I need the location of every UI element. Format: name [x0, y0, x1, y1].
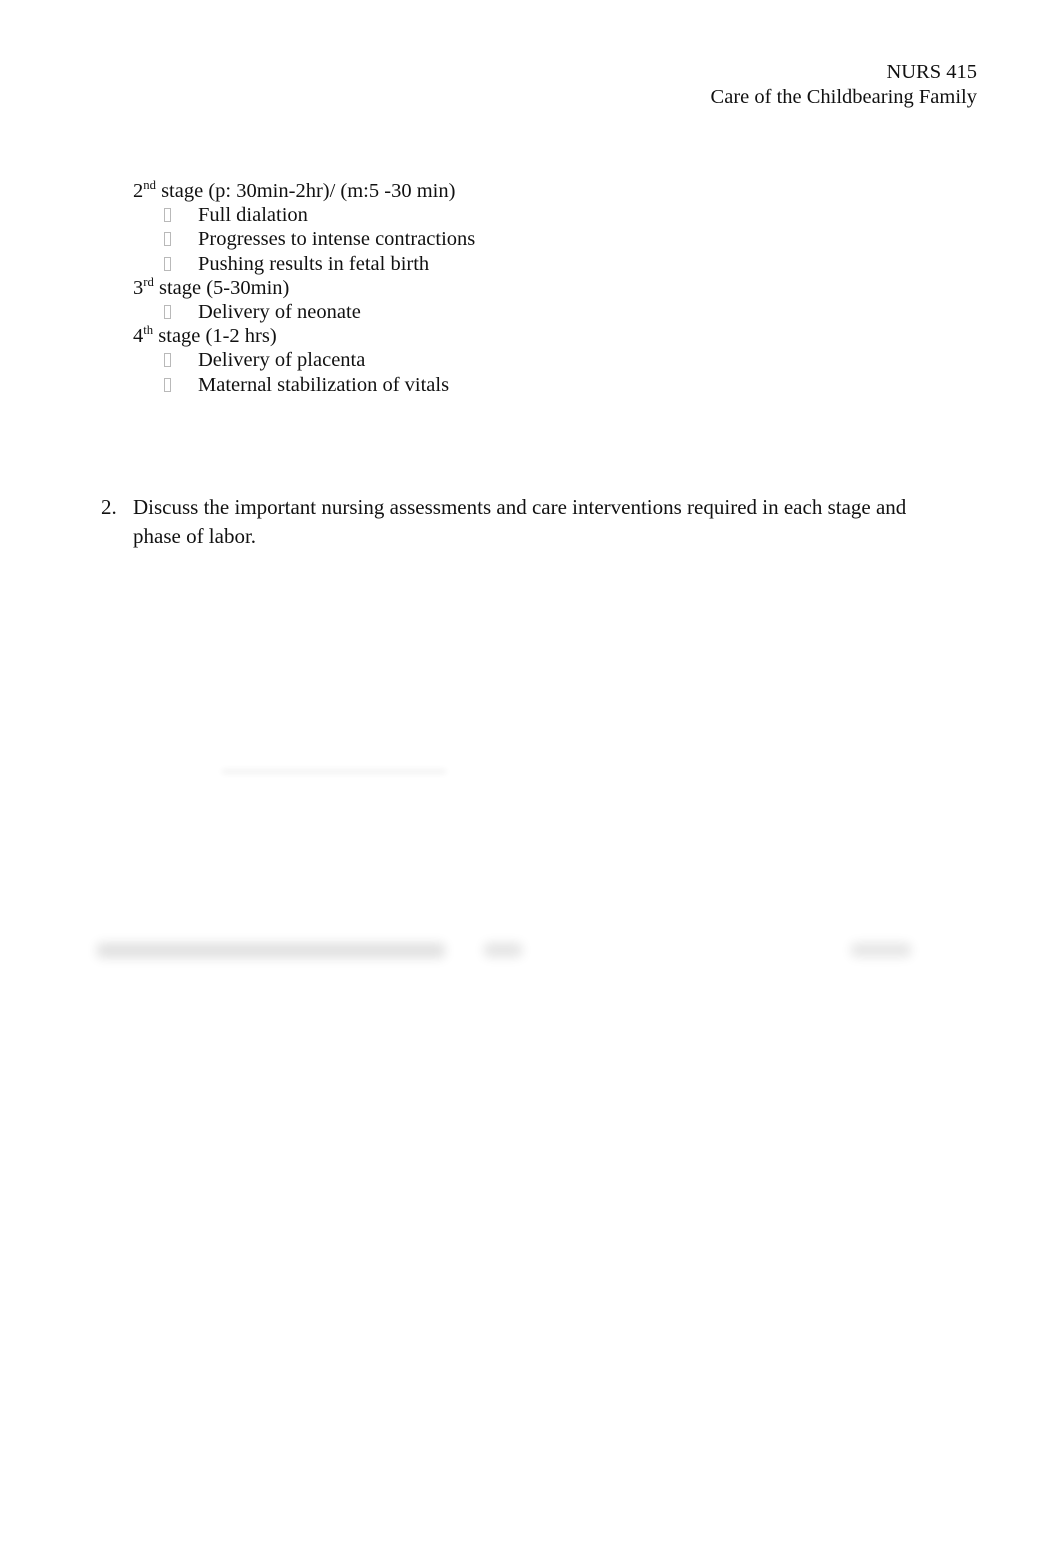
list-item: Delivery of placenta [133, 348, 893, 372]
stage-title-rest: stage (p: 30min-2hr)/ (m:5 -30 min) [155, 180, 456, 202]
list-item-label: Delivery of placenta [198, 349, 366, 372]
redacted-footer-mid [484, 943, 522, 957]
stage-ordinal-number: 4 [133, 325, 144, 348]
stage-heading: 2nd stage (p: 30min-2hr)/ (m:5 -30 min) [133, 179, 893, 203]
document-header: NURS 415 Care of the Childbearing Family [0, 60, 977, 110]
missing-glyph-box-icon [164, 232, 171, 247]
stage-bullet-list: Full dialation Progresses to intense con… [133, 203, 893, 276]
missing-glyph-box-icon [164, 353, 171, 368]
list-item: Delivery of neonate [133, 300, 893, 324]
list-item: Maternal stabilization of vitals [133, 373, 893, 397]
stage-title-rest: stage (5-30min) [153, 276, 290, 299]
list-item-label: Maternal stabilization of vitals [198, 373, 450, 396]
list-item: Progresses to intense contractions [133, 227, 893, 251]
header-course-code: NURS 415 [886, 61, 977, 83]
stage-heading: 4th stage (1-2 hrs) [133, 324, 893, 348]
stage-heading: 3rd stage (5-30min) [133, 276, 893, 300]
list-item-label: Full dialation [198, 204, 308, 227]
missing-glyph-box-icon [164, 377, 171, 392]
header-course-title: Care of the Childbearing Family [710, 86, 977, 108]
list-item: Pushing results in fetal birth [133, 252, 893, 276]
stage-bullet-list: Delivery of placenta Maternal stabilizat… [133, 348, 893, 396]
redacted-faint-line [222, 770, 446, 773]
missing-glyph-box-icon [164, 256, 171, 271]
redacted-footer-left [97, 943, 445, 958]
list-item-label: Pushing results in fetal birth [198, 252, 430, 275]
stage-ordinal-suffix: rd [143, 274, 154, 289]
missing-glyph-box-icon [164, 305, 171, 320]
question-item-2: 2. Discuss the important nursing assessm… [101, 493, 941, 550]
list-item: Full dialation [133, 203, 893, 227]
labor-stages-outline: 2nd stage (p: 30min-2hr)/ (m:5 -30 min) … [133, 179, 893, 397]
missing-glyph-box-icon [164, 208, 171, 223]
redacted-footer-band [0, 915, 1062, 985]
redacted-footer-right [851, 943, 911, 957]
stage-ordinal-number: 2 [133, 180, 144, 202]
list-item-label: Delivery of neonate [198, 301, 361, 324]
stage-ordinal-suffix: th [143, 323, 154, 338]
document-page: NURS 415 Care of the Childbearing Family… [0, 0, 1062, 1561]
stage-ordinal-number: 3 [133, 276, 144, 299]
stage-ordinal-suffix: nd [143, 178, 156, 193]
list-item-label: Progresses to intense contractions [198, 228, 476, 251]
stage-bullet-list: Delivery of neonate [133, 300, 893, 324]
question-number: 2. [101, 495, 117, 519]
question-text: Discuss the important nursing assessment… [133, 495, 907, 548]
stage-title-rest: stage (1-2 hrs) [153, 325, 277, 348]
